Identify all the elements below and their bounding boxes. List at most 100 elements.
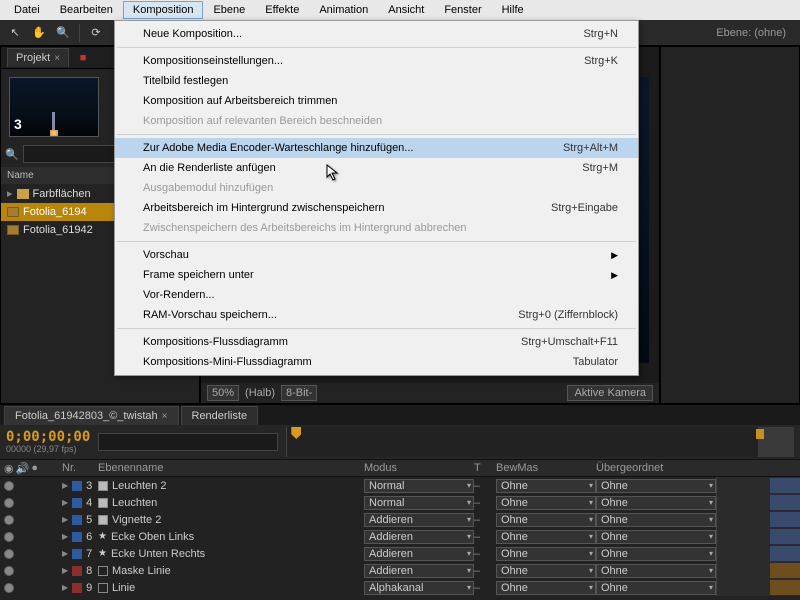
menu-item[interactable]: Vorschau▶ (115, 245, 638, 265)
blend-mode-dropdown[interactable]: Addieren (364, 547, 474, 561)
blend-mode-dropdown[interactable]: Normal (364, 479, 474, 493)
expand-icon[interactable]: ▶ (62, 515, 68, 524)
expand-icon[interactable]: ▶ (62, 532, 68, 541)
menu-item[interactable]: An die Renderliste anfügenStrg+M (115, 158, 638, 178)
visibility-toggle[interactable] (4, 481, 14, 491)
menu-komposition[interactable]: Komposition (123, 1, 204, 19)
layer-name[interactable]: Leuchten 2 (112, 480, 166, 492)
color-chip[interactable] (72, 549, 82, 559)
menu-item[interactable]: RAM-Vorschau speichern...Strg+0 (Ziffern… (115, 305, 638, 325)
layer-name[interactable]: Linie (112, 582, 135, 594)
parent-dropdown[interactable]: Ohne (596, 581, 716, 595)
zoom-dropdown[interactable]: 50% (207, 385, 239, 401)
zoom-tool[interactable]: 🔍 (52, 23, 74, 43)
col-mode[interactable]: Modus (364, 462, 474, 474)
col-name[interactable]: Ebenenname (94, 462, 364, 474)
menu-item[interactable]: Neue Komposition...Strg+N (115, 24, 638, 44)
menu-item[interactable]: Frame speichern unter▶ (115, 265, 638, 285)
menu-ansicht[interactable]: Ansicht (378, 1, 434, 19)
blend-mode-dropdown[interactable]: Addieren (364, 513, 474, 527)
trackmatte-dropdown[interactable]: Ohne (496, 581, 596, 595)
blend-mode-dropdown[interactable]: Addieren (364, 530, 474, 544)
project-tab[interactable]: Projekt× (7, 48, 69, 67)
layer-row[interactable]: ▶5Vignette 2Addieren–OhneOhne (0, 511, 800, 528)
col-par[interactable]: Übergeordnet (596, 462, 716, 474)
trackmatte-dropdown[interactable]: Ohne (496, 513, 596, 527)
solo-icon[interactable]: ● (31, 462, 38, 475)
timeline-tab[interactable]: Fotolia_61942803_©_twistah× (4, 406, 179, 425)
expand-icon[interactable]: ▶ (62, 481, 68, 490)
trackmatte-dropdown[interactable]: Ohne (496, 564, 596, 578)
menu-fenster[interactable]: Fenster (434, 1, 491, 19)
trackmatte-dropdown[interactable]: Ohne (496, 530, 596, 544)
col-t[interactable]: T (474, 462, 496, 474)
menu-item[interactable]: Kompositions-Mini-FlussdiagrammTabulator (115, 352, 638, 372)
visibility-toggle[interactable] (4, 583, 14, 593)
trackmatte-dropdown[interactable]: Ohne (496, 479, 596, 493)
blend-mode-dropdown[interactable]: Normal (364, 496, 474, 510)
visibility-toggle[interactable] (4, 549, 14, 559)
timeline-tab[interactable]: Renderliste (181, 406, 259, 425)
parent-dropdown[interactable]: Ohne (596, 564, 716, 578)
expand-icon[interactable]: ▶ (62, 566, 68, 575)
color-chip[interactable] (72, 515, 82, 525)
parent-dropdown[interactable]: Ohne (596, 496, 716, 510)
parent-dropdown[interactable]: Ohne (596, 479, 716, 493)
visibility-toggle[interactable] (4, 566, 14, 576)
trackmatte-dropdown[interactable]: Ohne (496, 496, 596, 510)
menu-item[interactable]: Vor-Rendern... (115, 285, 638, 305)
layer-name[interactable]: Vignette 2 (112, 514, 161, 526)
layer-row[interactable]: ▶7★Ecke Unten RechtsAddieren–OhneOhne (0, 545, 800, 562)
time-ruler[interactable] (286, 427, 794, 457)
layer-name[interactable]: Ecke Oben Links (111, 531, 194, 543)
parent-dropdown[interactable]: Ohne (596, 513, 716, 527)
layer-name[interactable]: Maske Linie (112, 565, 171, 577)
menu-ebene[interactable]: Ebene (203, 1, 255, 19)
menu-item[interactable]: Zur Adobe Media Encoder-Warteschlange hi… (115, 138, 638, 158)
parent-dropdown[interactable]: Ohne (596, 547, 716, 561)
timeline-search-input[interactable] (98, 433, 278, 451)
timecode[interactable]: 0;00;00;00 (6, 430, 90, 444)
layer-row[interactable]: ▶8Maske LinieAddieren–OhneOhne (0, 562, 800, 579)
color-chip[interactable] (72, 481, 82, 491)
menu-datei[interactable]: Datei (4, 1, 50, 19)
orbit-tool[interactable]: ⟳ (85, 23, 107, 43)
col-bm[interactable]: BewMas (496, 462, 596, 474)
selection-tool[interactable]: ↖ (4, 23, 26, 43)
menu-effekte[interactable]: Effekte (255, 1, 309, 19)
expand-icon[interactable]: ▶ (62, 498, 68, 507)
layer-name[interactable]: Leuchten (112, 497, 157, 509)
color-chip[interactable] (72, 498, 82, 508)
blend-mode-dropdown[interactable]: Addieren (364, 564, 474, 578)
layer-row[interactable]: ▶4LeuchtenNormal–OhneOhne (0, 494, 800, 511)
active-camera-dropdown[interactable]: Aktive Kamera (567, 385, 653, 401)
menu-bearbeiten[interactable]: Bearbeiten (50, 1, 123, 19)
menu-item[interactable]: Komposition auf Arbeitsbereich trimmen (115, 91, 638, 111)
visibility-toggle[interactable] (4, 515, 14, 525)
visibility-toggle[interactable] (4, 498, 14, 508)
speaker-icon[interactable]: 🔊 (16, 462, 30, 475)
close-icon[interactable]: × (54, 53, 60, 64)
col-nr[interactable]: Nr. (58, 462, 94, 474)
eye-icon[interactable]: ◉ (4, 462, 14, 475)
color-chip[interactable] (72, 566, 82, 576)
layer-row[interactable]: ▶9LinieAlphakanal–OhneOhne (0, 579, 800, 596)
parent-dropdown[interactable]: Ohne (596, 530, 716, 544)
layer-name[interactable]: Ecke Unten Rechts (111, 548, 205, 560)
color-chip[interactable] (72, 532, 82, 542)
expand-icon[interactable]: ▶ (62, 583, 68, 592)
menu-item[interactable]: Kompositionseinstellungen...Strg+K (115, 51, 638, 71)
layer-row[interactable]: ▶3Leuchten 2Normal–OhneOhne (0, 477, 800, 494)
close-icon[interactable]: × (162, 411, 168, 422)
layer-row[interactable]: ▶6★Ecke Oben LinksAddieren–OhneOhne (0, 528, 800, 545)
menu-item[interactable]: Arbeitsbereich im Hintergrund zwischensp… (115, 198, 638, 218)
visibility-toggle[interactable] (4, 532, 14, 542)
expand-icon[interactable]: ▶ (62, 549, 68, 558)
menu-animation[interactable]: Animation (309, 1, 378, 19)
trackmatte-dropdown[interactable]: Ohne (496, 547, 596, 561)
menu-item[interactable]: Titelbild festlegen (115, 71, 638, 91)
blend-mode-dropdown[interactable]: Alphakanal (364, 581, 474, 595)
hand-tool[interactable]: ✋ (28, 23, 50, 43)
playhead-icon[interactable] (291, 427, 301, 439)
menu-item[interactable]: Kompositions-FlussdiagrammStrg+Umschalt+… (115, 332, 638, 352)
